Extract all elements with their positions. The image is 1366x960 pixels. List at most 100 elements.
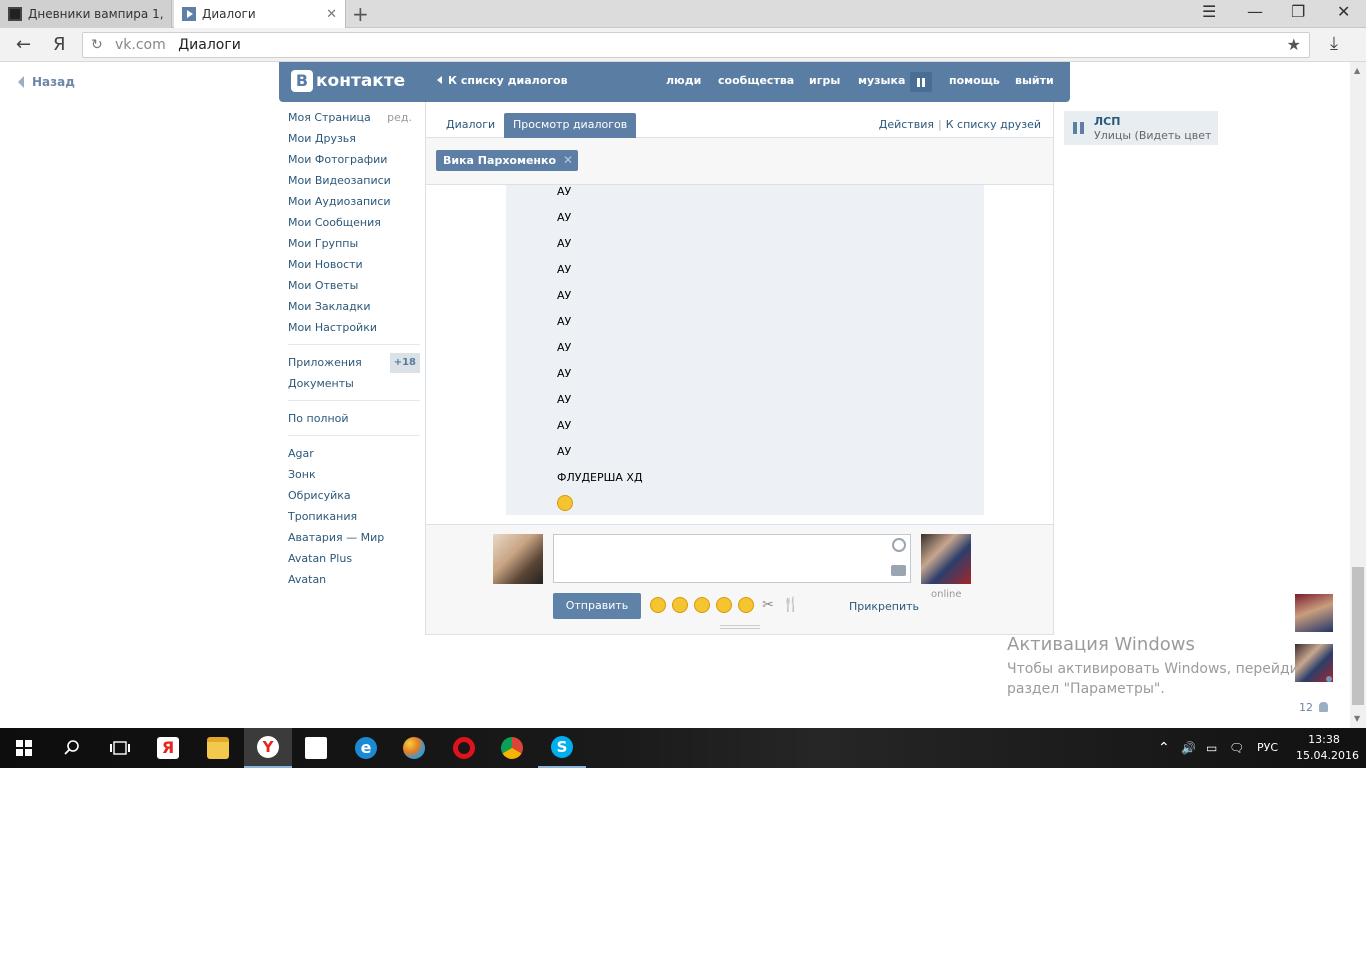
- scroll-up-icon[interactable]: ▲: [1354, 66, 1360, 75]
- friend-avatar[interactable]: [1295, 594, 1333, 632]
- tab-title: Дневники вампира 1,: [28, 7, 164, 21]
- nav-communities[interactable]: сообщества: [718, 74, 794, 87]
- taskbar-edge[interactable]: e: [342, 728, 390, 768]
- yandex-icon[interactable]: Я: [53, 34, 66, 55]
- cutlery-icon[interactable]: 🍴: [782, 597, 799, 613]
- tab-view-dialogs[interactable]: Просмотр диалогов: [504, 113, 637, 138]
- vk-logo[interactable]: В контакте: [291, 70, 405, 92]
- taskbar-yandex-app[interactable]: Я: [144, 728, 192, 768]
- menu-game-agar[interactable]: Agar: [288, 446, 420, 467]
- taskbar-paint[interactable]: [390, 728, 438, 768]
- laughing-emoji-icon[interactable]: [672, 597, 688, 613]
- volume-icon[interactable]: 🔊: [1181, 728, 1196, 768]
- audio-mini-player[interactable]: ЛСП Улицы (Видеть цвет...: [1064, 111, 1218, 145]
- nav-help[interactable]: помощь: [949, 74, 1000, 87]
- notification-icon[interactable]: 🗨: [1229, 728, 1244, 768]
- clock-time: 13:38: [1308, 733, 1340, 746]
- nav-logout[interactable]: выйти: [1015, 74, 1054, 87]
- menu-game-avatan-plus[interactable]: Avatan Plus: [288, 551, 420, 572]
- new-tab-button[interactable]: +: [352, 2, 369, 26]
- close-window-button[interactable]: ✕: [1337, 2, 1350, 21]
- menu-game-zonk[interactable]: Зонк: [288, 467, 420, 488]
- nav-music[interactable]: музыка: [858, 74, 905, 87]
- download-icon[interactable]: ⤓: [1330, 33, 1338, 54]
- menu-audio[interactable]: Мои Аудиозаписи: [288, 194, 420, 215]
- menu-apps[interactable]: Приложения +18: [288, 353, 420, 376]
- menu-groups[interactable]: Мои Группы: [288, 236, 420, 257]
- nav-games[interactable]: игры: [809, 74, 840, 87]
- clock[interactable]: 13:38 15.04.2016: [1296, 732, 1359, 764]
- menu-videos[interactable]: Мои Видеозаписи: [288, 173, 420, 194]
- taskbar-skype[interactable]: S: [538, 728, 586, 768]
- taskbar-yandex-browser[interactable]: Y: [244, 728, 292, 768]
- scissors-icon[interactable]: ✂: [760, 597, 776, 613]
- camera-icon[interactable]: [891, 565, 906, 576]
- pause-icon[interactable]: [910, 72, 932, 92]
- message-input[interactable]: [553, 534, 911, 583]
- attach-link[interactable]: Прикрепить: [849, 600, 919, 613]
- smirk-emoji-icon[interactable]: [694, 597, 710, 613]
- send-button[interactable]: Отправить: [553, 593, 641, 619]
- menu-messages[interactable]: Мои Сообщения: [288, 215, 420, 236]
- search-button[interactable]: [48, 728, 96, 768]
- actions-link[interactable]: Действия: [879, 118, 934, 131]
- tab-dialogs[interactable]: Диалоги: [437, 113, 504, 138]
- edit-link[interactable]: ред.: [387, 110, 412, 126]
- smile-icon[interactable]: [892, 538, 906, 552]
- companion-avatar[interactable]: [921, 534, 971, 584]
- scroll-thumb[interactable]: [1352, 567, 1364, 705]
- close-tab-icon[interactable]: ✕: [326, 7, 337, 22]
- menu-icon[interactable]: ☰: [1202, 2, 1216, 21]
- store-icon: [305, 737, 327, 759]
- angry-emoji-icon[interactable]: [650, 597, 666, 613]
- resize-grip[interactable]: [720, 625, 760, 629]
- nav-people[interactable]: люди: [666, 74, 701, 87]
- reload-icon[interactable]: ↻: [91, 33, 103, 57]
- task-view-button[interactable]: [96, 728, 144, 768]
- menu-game-avatan[interactable]: Avatan: [288, 572, 420, 593]
- menu-bookmarks[interactable]: Мои Закладки: [288, 299, 420, 320]
- taskbar-explorer[interactable]: [194, 728, 242, 768]
- scroll-down-icon[interactable]: ▼: [1354, 714, 1360, 723]
- pensive-emoji-icon[interactable]: [716, 597, 732, 613]
- filter-chip[interactable]: Вика Пархоменко ✕: [436, 150, 579, 171]
- message-text: АУ: [557, 445, 572, 458]
- to-dialogs-link[interactable]: К списку диалогов: [437, 74, 568, 87]
- tray-chevron-icon[interactable]: ⌃: [1158, 728, 1170, 768]
- menu-game-avataria[interactable]: Аватария — Мир: [288, 530, 420, 551]
- menu-my-page[interactable]: Моя Страница ред.: [288, 110, 420, 131]
- menu-game-tropikania[interactable]: Тропикания: [288, 509, 420, 530]
- language-indicator[interactable]: РУС: [1257, 728, 1278, 768]
- minimize-button[interactable]: —: [1247, 2, 1263, 21]
- menu-documents[interactable]: Документы: [288, 376, 420, 397]
- friends-count[interactable]: 12: [1299, 701, 1328, 714]
- message-text: АУ: [557, 185, 572, 198]
- remove-filter-icon[interactable]: ✕: [563, 150, 573, 171]
- taskbar-opera[interactable]: [440, 728, 488, 768]
- film-icon: [8, 7, 22, 21]
- start-button[interactable]: [0, 728, 48, 768]
- page-scrollbar[interactable]: ▲ ▼: [1350, 62, 1366, 728]
- back-arrow-icon[interactable]: ←: [16, 34, 31, 55]
- menu-full-app[interactable]: По полной: [288, 411, 420, 432]
- menu-game-obrisuyka[interactable]: Обрисуйка: [288, 488, 420, 509]
- laughing-emoji-icon: [557, 495, 573, 511]
- battery-icon[interactable]: ▭: [1206, 728, 1217, 768]
- restore-button[interactable]: ❐: [1291, 2, 1305, 21]
- menu-friends[interactable]: Мои Друзья: [288, 131, 420, 152]
- menu-photos[interactable]: Мои Фотографии: [288, 152, 420, 173]
- browser-tab-dialogs[interactable]: Диалоги ✕: [174, 0, 346, 28]
- my-avatar[interactable]: [493, 534, 543, 584]
- browser-tab-vampire[interactable]: Дневники вампира 1,: [0, 0, 172, 28]
- menu-answers[interactable]: Мои Ответы: [288, 278, 420, 299]
- smile-emoji-icon[interactable]: [738, 597, 754, 613]
- to-friends-link[interactable]: К списку друзей: [946, 118, 1041, 131]
- back-link[interactable]: Назад: [18, 75, 75, 89]
- taskbar-chrome[interactable]: [488, 728, 536, 768]
- url-field[interactable]: ↻ vk.com Диалоги ★: [82, 32, 1310, 58]
- pause-icon[interactable]: [1073, 122, 1084, 134]
- menu-settings[interactable]: Мои Настройки: [288, 320, 420, 341]
- taskbar-store[interactable]: [292, 728, 340, 768]
- menu-news[interactable]: Мои Новости: [288, 257, 420, 278]
- bookmark-star-icon[interactable]: ★: [1287, 33, 1301, 57]
